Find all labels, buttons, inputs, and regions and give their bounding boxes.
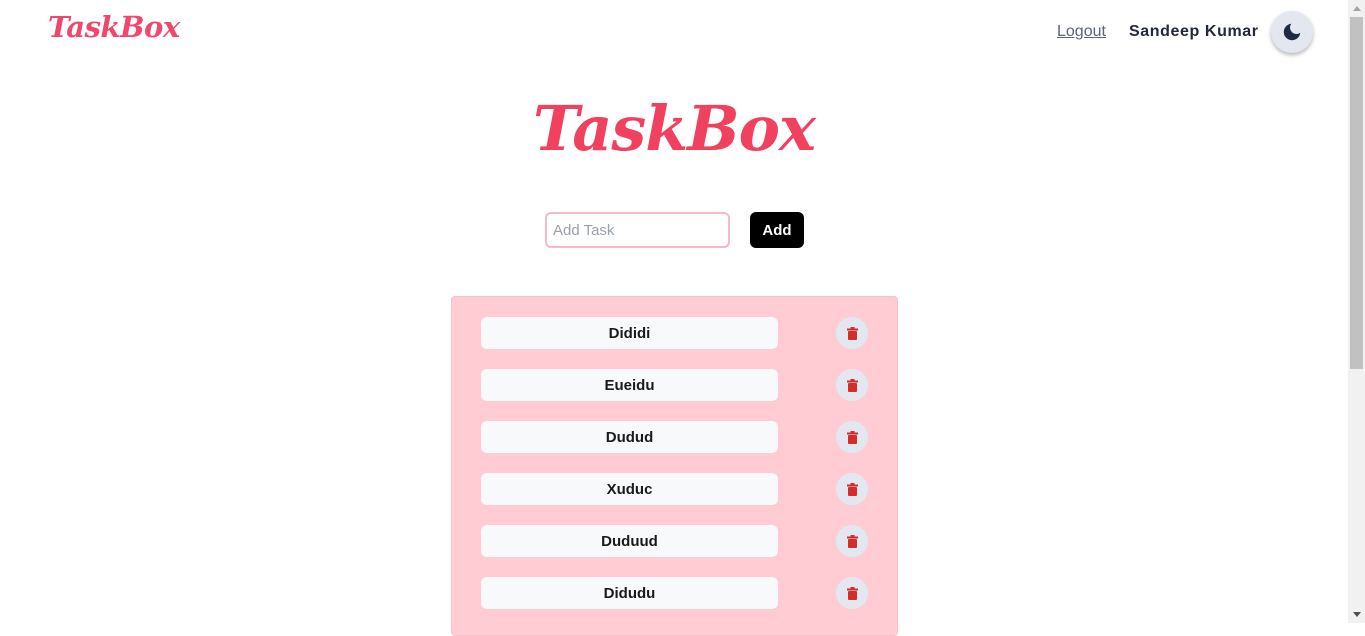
task-item: Eueidu: [452, 369, 897, 401]
add-task-input[interactable]: [545, 212, 730, 248]
delete-task-button[interactable]: [836, 473, 868, 505]
trash-icon: [846, 534, 858, 548]
vertical-scrollbar[interactable]: [1348, 0, 1365, 623]
task-label[interactable]: Xuduc: [481, 473, 778, 505]
task-label[interactable]: Dudud: [481, 421, 778, 453]
navbar: TaskBox Logout Sandeep Kumar: [0, 0, 1348, 66]
delete-task-button[interactable]: [836, 525, 868, 557]
task-item: Duduud: [452, 525, 897, 557]
task-label[interactable]: Duduud: [481, 525, 778, 557]
theme-toggle-button[interactable]: [1271, 11, 1313, 53]
delete-task-button[interactable]: [836, 421, 868, 453]
task-label[interactable]: Didudu: [481, 577, 778, 609]
scrollbar-thumb[interactable]: [1350, 17, 1363, 369]
trash-icon: [846, 482, 858, 496]
moon-icon: [1283, 23, 1301, 41]
delete-task-button[interactable]: [836, 577, 868, 609]
trash-icon: [846, 586, 858, 600]
task-list: Dididi Eueidu Dudud Xuduc Duduud Didudu: [451, 296, 898, 636]
add-task-button[interactable]: Add: [750, 212, 804, 248]
trash-icon: [846, 326, 858, 340]
trash-icon: [846, 430, 858, 444]
task-label[interactable]: Dididi: [481, 317, 778, 349]
logout-link[interactable]: Logout: [1057, 23, 1106, 41]
task-item: Didudu: [452, 577, 897, 609]
task-item: Xuduc: [452, 473, 897, 505]
page-title: TaskBox: [533, 92, 816, 165]
scroll-up-icon[interactable]: [1348, 0, 1365, 17]
brand-logo[interactable]: TaskBox: [48, 10, 180, 44]
username: Sandeep Kumar: [1129, 23, 1259, 40]
scroll-down-icon[interactable]: [1348, 606, 1365, 623]
trash-icon: [846, 378, 858, 392]
task-item: Dudud: [452, 421, 897, 453]
delete-task-button[interactable]: [836, 369, 868, 401]
delete-task-button[interactable]: [836, 317, 868, 349]
task-label[interactable]: Eueidu: [481, 369, 778, 401]
task-item: Dididi: [452, 317, 897, 349]
